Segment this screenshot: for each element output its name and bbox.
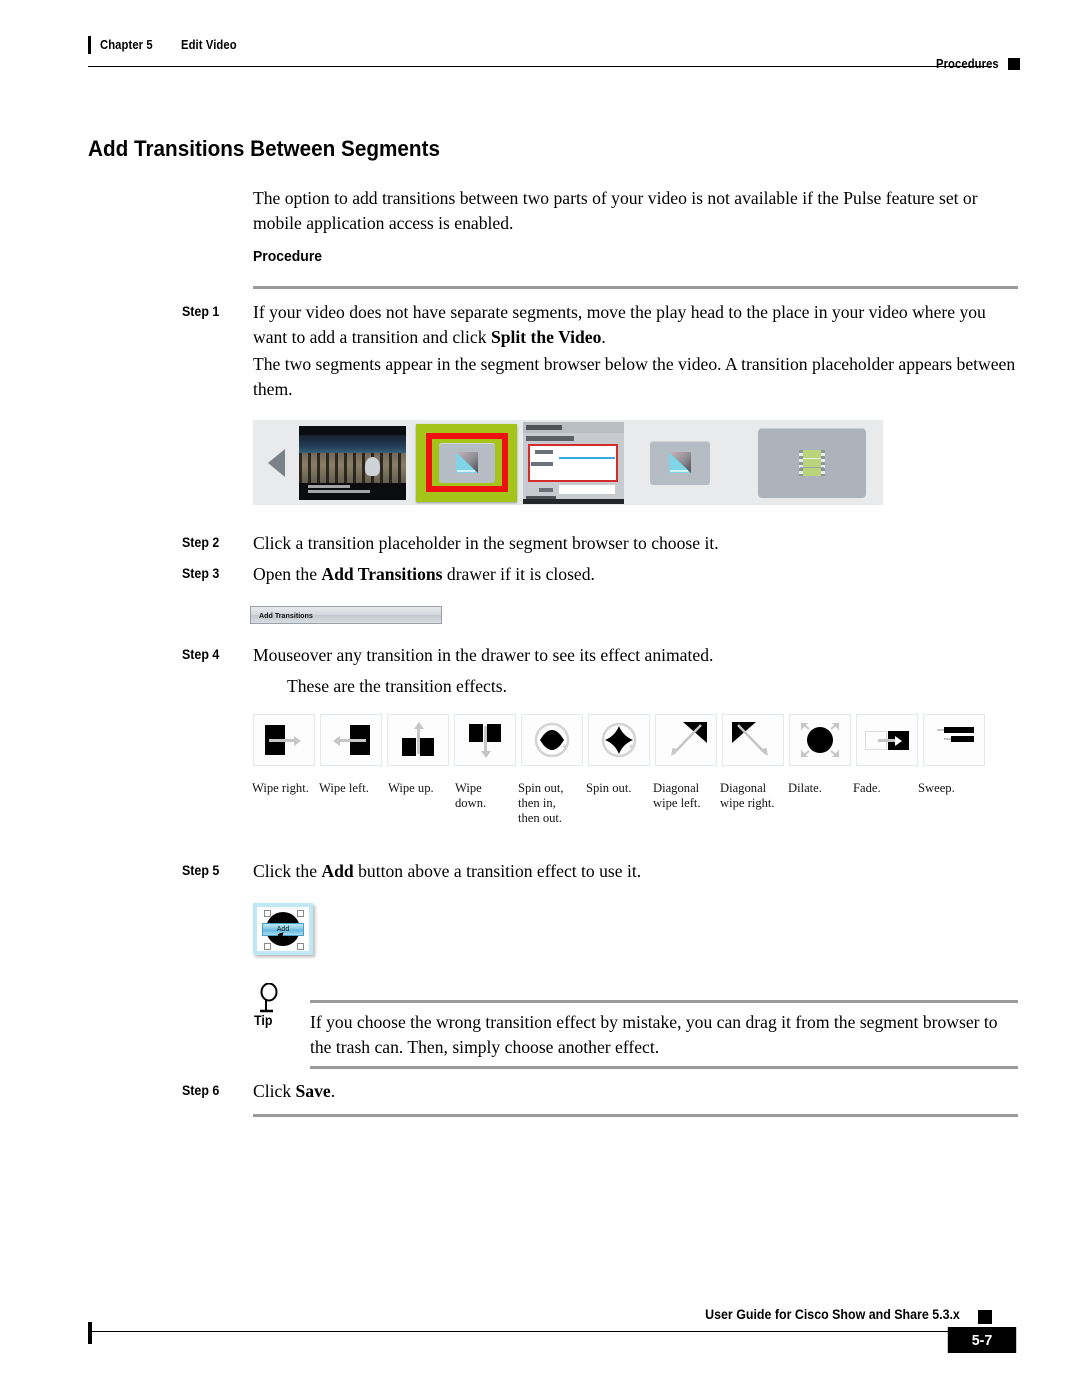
spin-out-then-in-then-out-icon[interactable]	[521, 714, 583, 766]
dilate-icon[interactable]	[789, 714, 851, 766]
add-transitions-drawer-label: Add Transitions	[259, 610, 313, 620]
step-1-label: Step 1	[182, 304, 220, 319]
step-3-text-a: Open the	[253, 564, 322, 584]
step-1-bold-split-the-video: Split the Video	[490, 327, 602, 348]
header-section: Edit Video	[180, 38, 237, 52]
step-6-label: Step 6	[182, 1083, 220, 1098]
spin-out-then-in-then-out-glyph	[534, 722, 570, 758]
step-6-bold-save: Save	[295, 1081, 331, 1101]
footer-square-marker	[978, 1310, 992, 1324]
segment-thumbnail-video	[299, 425, 406, 500]
diagonal-wipe-right-icon[interactable]	[722, 714, 784, 766]
segment-browser-figure	[253, 420, 883, 505]
procedure-top-rule	[253, 286, 1018, 289]
header-rule-mark	[88, 36, 91, 54]
tip-magnifier-icon	[256, 982, 282, 1013]
sweep-icon[interactable]	[923, 714, 985, 766]
page-title: Add Transitions Between Segments	[88, 136, 440, 161]
step-1-text-a: If your video does not have separate seg…	[253, 302, 986, 348]
tip-bottom-rule	[310, 1066, 1018, 1069]
footer-horizontal-rule	[88, 1331, 992, 1332]
label-diagonal-wipe-left: Diagonal wipe left.	[653, 781, 701, 810]
step-6-text-a: Click	[253, 1081, 296, 1101]
label-wipe-up: Wipe up.	[388, 781, 434, 795]
step-5-bold-add: Add	[321, 861, 354, 881]
segment-browser-prev-arrow-icon	[253, 448, 299, 477]
step-3-text: Open the Add Transitions drawer if it is…	[253, 562, 1019, 587]
procedure-bottom-rule	[253, 1114, 1018, 1117]
step-1-result-text: The two segments appear in the segment b…	[253, 354, 1016, 400]
diagonal-wipe-left-icon[interactable]	[655, 714, 717, 766]
add-transitions-drawer-button[interactable]: Add Transitions	[250, 606, 442, 624]
header-left-group: Chapter 5 Edit Video	[88, 36, 242, 54]
label-fade: Fade.	[853, 781, 881, 795]
segment-thumbnail-filmstrip[interactable]	[758, 427, 866, 498]
tip-top-rule	[310, 1000, 1018, 1003]
footer-rule-mark	[88, 1322, 92, 1344]
wipe-left-icon[interactable]	[320, 714, 382, 766]
step-3-label: Step 3	[182, 566, 220, 581]
transition-placeholder-tile	[438, 442, 495, 483]
tip-label: Tip	[254, 1013, 273, 1028]
running-header: Chapter 5 Edit Video Procedures	[0, 0, 1080, 86]
segment-thumbnail-dialog	[523, 421, 624, 504]
footer-guide-title: User Guide for Cisco Show and Share 5.3.…	[705, 1307, 960, 1322]
header-procedures-label: Procedures	[936, 57, 999, 71]
diagonal-wipe-left-glyph	[671, 722, 707, 756]
transition-placeholder-selected[interactable]	[416, 423, 517, 502]
transition-effects-figure	[253, 714, 1019, 766]
step-4-text: Mouseover any transition in the drawer t…	[253, 645, 714, 665]
spin-out-icon[interactable]	[588, 714, 650, 766]
label-spin-out-then-in-then-out: Spin out, then in, then out.	[518, 781, 564, 825]
label-sweep: Sweep.	[918, 781, 955, 795]
step-5-text-a: Click the	[253, 861, 322, 881]
procedure-heading: Procedure	[253, 248, 323, 265]
spin-out-glyph	[601, 722, 637, 758]
footer-page-number: 5-7	[947, 1327, 1017, 1353]
header-square-marker	[1008, 58, 1020, 70]
wipe-up-icon[interactable]	[387, 714, 449, 766]
add-button-figure: Add	[253, 903, 313, 955]
label-dilate: Dilate.	[788, 781, 822, 795]
wipe-down-icon[interactable]	[454, 714, 516, 766]
label-diagonal-wipe-right: Diagonal wipe right.	[720, 781, 775, 810]
dilate-glyph	[801, 723, 839, 757]
label-wipe-left: Wipe left.	[319, 781, 369, 795]
fade-icon[interactable]	[856, 714, 918, 766]
step-5-label: Step 5	[182, 863, 220, 878]
step-1-text-b: .	[601, 327, 606, 348]
document-page: Chapter 5 Edit Video Procedures Add Tran…	[0, 0, 1080, 1397]
step-5-text: Click the Add button above a transition …	[253, 859, 1019, 884]
step-2-label: Step 2	[182, 535, 220, 550]
transition-placeholder-unselected[interactable]	[650, 440, 710, 485]
step-2-text: Click a transition placeholder in the se…	[253, 533, 719, 553]
label-spin-out: Spin out.	[586, 781, 632, 795]
step-6-text-b: .	[330, 1081, 336, 1101]
step-5-text-b: button above a transition effect to use …	[353, 861, 642, 881]
wipe-right-icon[interactable]	[253, 714, 315, 766]
step-1-text: If your video does not have separate seg…	[253, 300, 1019, 351]
step-3-text-b: drawer if it is closed.	[442, 564, 595, 584]
header-right-group: Procedures	[929, 57, 1020, 71]
header-chapter: Chapter 5	[100, 38, 153, 52]
tip-text: If you choose the wrong transition effec…	[310, 1012, 998, 1058]
header-horizontal-rule	[88, 66, 992, 67]
step-4-subtext: These are the transition effects.	[287, 676, 507, 696]
step-4-label: Step 4	[182, 647, 220, 662]
intro-paragraph: The option to add transitions between tw…	[253, 188, 978, 234]
label-wipe-right: Wipe right.	[252, 781, 309, 795]
diagonal-wipe-right-glyph	[732, 722, 768, 756]
step-6-text: Click Save.	[253, 1079, 1019, 1104]
step-3-bold-add-transitions: Add Transitions	[321, 564, 443, 584]
label-wipe-down: Wipe down.	[455, 781, 487, 810]
